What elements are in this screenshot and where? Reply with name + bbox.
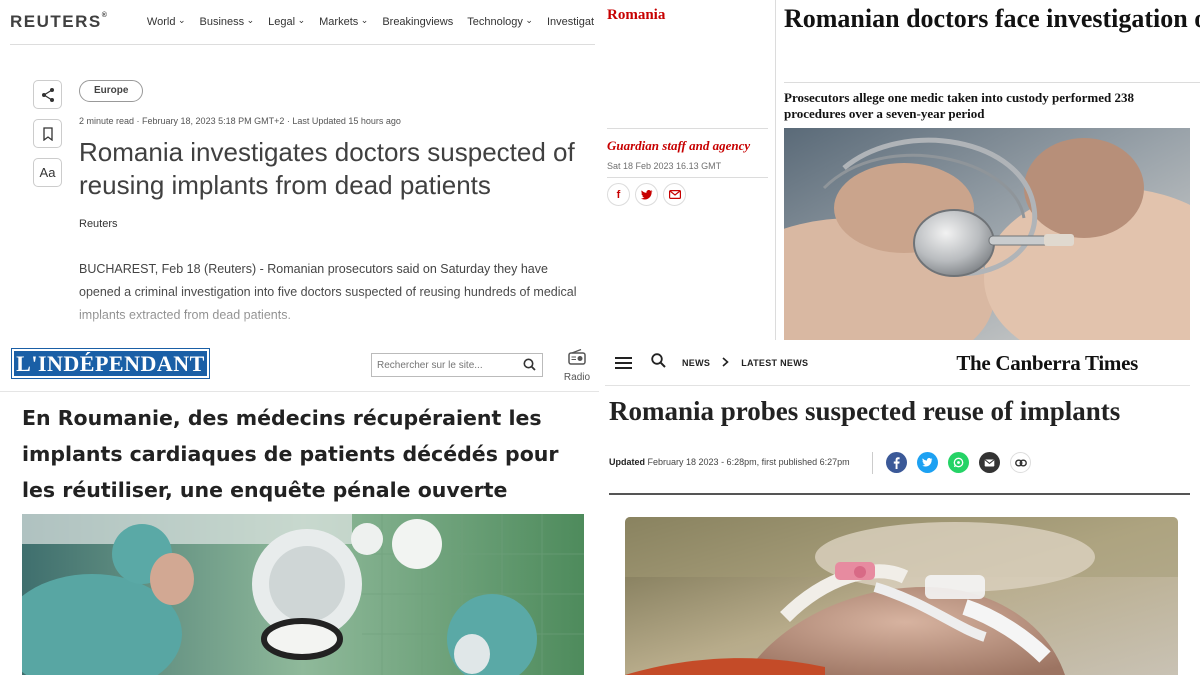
meta-rule: [607, 128, 768, 129]
article-byline[interactable]: Guardian staff and agency: [607, 138, 750, 154]
article-byline[interactable]: Reuters: [79, 218, 118, 230]
search-icon: [651, 352, 666, 368]
whatsapp-share-button[interactable]: [948, 452, 969, 473]
body-fade-overlay: [0, 290, 600, 340]
meta-rule: [609, 493, 1190, 495]
radio-label: Radio: [563, 372, 591, 383]
email-share-button[interactable]: [663, 183, 686, 206]
updated-label: Updated: [609, 457, 645, 467]
article-headline: En Roumanie, des médecins récupéraient l…: [22, 406, 559, 502]
email-icon: [668, 190, 681, 199]
updated-text: February 18 2023 - 6:28pm, first publish…: [647, 457, 850, 467]
operating-room-illustration: [22, 514, 584, 675]
reuters-logo-text: REUTERS: [10, 12, 102, 31]
column-divider: [775, 0, 776, 340]
search-button[interactable]: [651, 352, 666, 373]
copy-link-button[interactable]: [1010, 452, 1031, 473]
patient-hand-illustration: [625, 517, 1178, 675]
guardian-article-panel: Romania Romanian doctors face investigat…: [600, 0, 1200, 340]
email-share-button[interactable]: [979, 452, 1000, 473]
section-pill-europe[interactable]: Europe: [79, 80, 144, 102]
facebook-icon: f: [616, 188, 621, 201]
logo-text: L'INDÉPENDANT: [16, 350, 205, 376]
nav-item-legal[interactable]: Legal: [268, 16, 305, 28]
breadcrumb-latest-news[interactable]: LATEST NEWS: [741, 358, 808, 368]
pacemaker-photo: [784, 128, 1190, 340]
search-icon: [523, 358, 536, 371]
nav-item-world[interactable]: World: [147, 16, 186, 28]
breadcrumb-news[interactable]: NEWS: [682, 358, 710, 368]
article-meta: 2 minute read · February 18, 2023 5:18 P…: [79, 116, 401, 126]
nav-item-breakingviews[interactable]: Breakingviews: [382, 16, 453, 28]
text-size-button[interactable]: Aa: [33, 158, 62, 187]
article-date: Sat 18 Feb 2023 16.13 GMT: [607, 161, 722, 171]
radio-button[interactable]: Radio: [562, 348, 592, 383]
facebook-icon: [893, 456, 900, 469]
reuters-logo[interactable]: REUTERS®: [10, 12, 107, 32]
search-button[interactable]: [523, 358, 536, 376]
nav-item-technology[interactable]: Technology: [467, 16, 533, 28]
twitter-icon: [922, 458, 933, 467]
email-icon: [984, 458, 995, 466]
reuters-top-nav: REUTERS® World Business Legal Markets Br…: [10, 0, 595, 45]
article-standfirst: Prosecutors allege one medic taken into …: [784, 90, 1134, 121]
bookmark-button[interactable]: [33, 119, 62, 148]
facebook-share-button[interactable]: f: [607, 183, 630, 206]
share-button[interactable]: [33, 80, 62, 109]
nav-item-investigations[interactable]: Investigat: [547, 16, 594, 28]
whatsapp-icon: [953, 457, 964, 468]
search-box: [371, 353, 543, 377]
nav-item-business[interactable]: Business: [199, 16, 254, 28]
patient-hand-photo: [625, 517, 1178, 675]
section-kicker[interactable]: Romania: [607, 7, 665, 24]
canberra-times-logo[interactable]: The Canberra Times: [956, 351, 1138, 376]
site-header: NEWS LATEST NEWS The Canberra Times: [605, 340, 1190, 386]
twitter-share-button[interactable]: [635, 183, 658, 206]
bookmark-icon: [42, 126, 53, 141]
chevron-right-icon: [722, 354, 729, 372]
reuters-logo-mark: ®: [101, 12, 107, 19]
site-header: L'INDÉPENDANT Radio: [0, 340, 600, 392]
independant-article-panel: L'INDÉPENDANT Radio En Roumanie, des méd…: [0, 340, 600, 675]
article-meta: Updated February 18 2023 - 6:28pm, first…: [609, 457, 850, 467]
pacemaker-illustration: [784, 128, 1190, 340]
twitter-icon: [640, 189, 652, 199]
article-headline: Romania investigates doctors suspected o…: [79, 137, 575, 200]
radio-icon: [568, 348, 586, 365]
menu-icon[interactable]: [615, 356, 632, 369]
article-headline: Romanian doctors face investigation over…: [784, 4, 1200, 33]
link-icon: [1014, 459, 1027, 466]
search-input[interactable]: [372, 354, 512, 376]
meta-divider: [872, 452, 873, 474]
reuters-nav-menu: World Business Legal Markets Breakingvie…: [147, 16, 594, 28]
meta-rule: [607, 177, 768, 178]
share-icon: [41, 87, 54, 102]
twitter-share-button[interactable]: [917, 452, 938, 473]
text-size-label: Aa: [39, 165, 56, 180]
independant-logo[interactable]: L'INDÉPENDANT: [11, 348, 210, 379]
nav-item-markets[interactable]: Markets: [319, 16, 368, 28]
operating-room-photo: [22, 514, 584, 675]
facebook-share-button[interactable]: [886, 452, 907, 473]
quadrant-divider: [599, 0, 601, 675]
canberra-article-panel: NEWS LATEST NEWS The Canberra Times Roma…: [600, 340, 1200, 675]
headline-rule: [784, 82, 1200, 83]
article-headline: Romania probes suspected reuse of implan…: [609, 396, 1121, 426]
reuters-article-panel: REUTERS® World Business Legal Markets Br…: [0, 0, 600, 340]
